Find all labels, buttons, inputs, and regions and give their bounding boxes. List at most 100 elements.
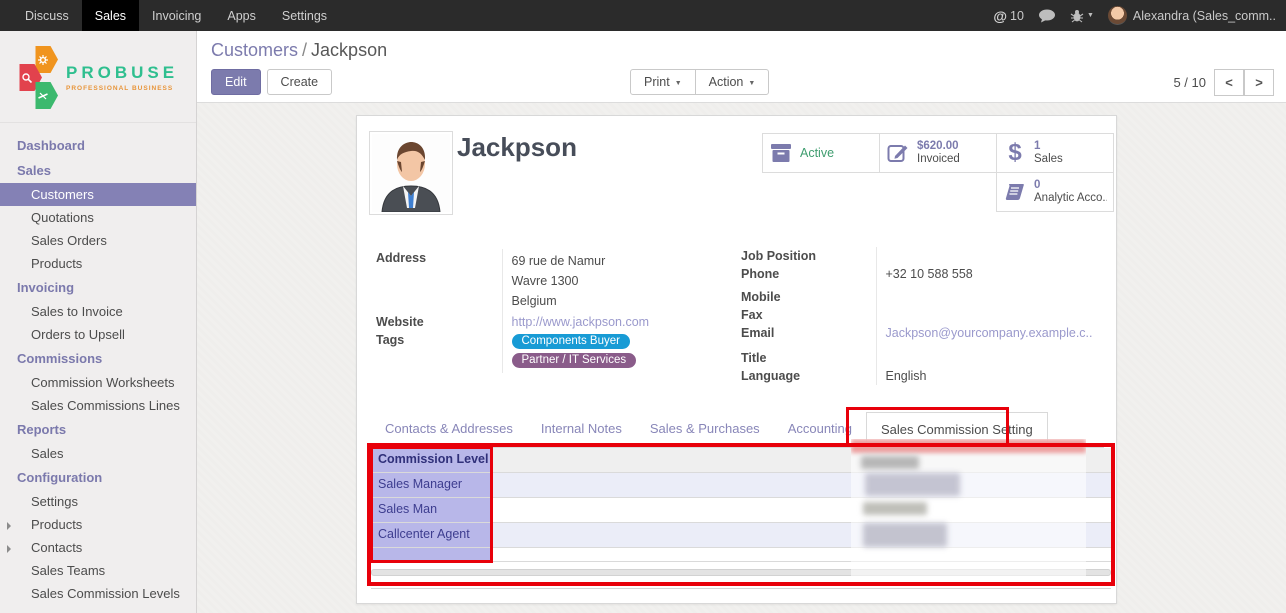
analytic-accounts-stat-button[interactable]: 0 Analytic Acco... <box>996 172 1114 212</box>
chevron-down-icon: ▼ <box>1087 12 1094 19</box>
expand-arrow-icon[interactable] <box>7 522 11 530</box>
table-bottom-divider <box>371 588 1111 589</box>
sidebar-item-sales-commission-levels[interactable]: Sales Commission Levels <box>0 582 196 605</box>
redacted-blob <box>865 473 960 496</box>
print-dropdown[interactable]: Print▼ <box>630 69 696 95</box>
title-label: Title <box>741 342 876 367</box>
mobile-value[interactable] <box>886 285 1093 299</box>
invoiced-stat-button[interactable]: $620.00 Invoiced <box>879 133 997 173</box>
mention-icon: @ <box>993 8 1007 24</box>
redacted-column <box>851 439 1086 580</box>
create-button[interactable]: Create <box>267 69 333 95</box>
mentions-counter[interactable]: @ 10 <box>993 8 1024 24</box>
address-street[interactable]: 69 rue de Namur <box>512 251 693 271</box>
sidebar-item-sales-report[interactable]: Sales <box>0 442 196 465</box>
customer-photo[interactable] <box>369 131 453 215</box>
tag-components-buyer[interactable]: Components Buyer <box>512 334 630 349</box>
field-group-right: Job Position Phone +32 10 588 558 Mobile… <box>741 247 1093 385</box>
sales-label: Sales <box>1034 153 1063 166</box>
menu-apps[interactable]: Apps <box>214 0 269 31</box>
sidebar-item-products[interactable]: Products <box>0 252 196 275</box>
tag-partner-it-services[interactable]: Partner / IT Services <box>512 353 637 368</box>
businessman-avatar-image <box>372 134 450 212</box>
language-label: Language <box>741 367 876 385</box>
sidebar-header-commissions[interactable]: Commissions <box>0 346 196 371</box>
redacted-blob <box>863 502 927 515</box>
messages-icon[interactable] <box>1038 9 1056 23</box>
sales-stat-button[interactable]: $ 1 Sales <box>996 133 1114 173</box>
sidebar-item-sales-commissions-lines[interactable]: Sales Commissions Lines <box>0 394 196 417</box>
sidebar-item-config-products[interactable]: Products <box>0 513 196 536</box>
action-dropdown[interactable]: Action▼ <box>695 69 770 95</box>
archive-box-icon <box>769 143 793 163</box>
dollar-icon: $ <box>1003 139 1027 167</box>
invoiced-amount: $620.00 <box>917 140 960 153</box>
form-view-background: Jackpson Active $620.0 <box>197 103 1286 613</box>
website-link[interactable]: http://www.jackpson.com <box>512 315 650 329</box>
sidebar-header-reports[interactable]: Reports <box>0 417 196 442</box>
address-city[interactable]: Wavre 1300 <box>512 271 693 291</box>
address-country[interactable]: Belgium <box>512 291 693 311</box>
pencil-edit-icon <box>886 143 910 163</box>
pager-counter: 5 / 10 <box>1173 75 1206 90</box>
sidebar-header-sales[interactable]: Sales <box>0 158 196 183</box>
logo-hexagons-icon <box>10 45 62 111</box>
app-logo[interactable]: PROBUSE PROFESSIONAL BUSINESS <box>0 31 196 123</box>
phone-value[interactable]: +32 10 588 558 <box>886 267 973 281</box>
tab-sales-purchases[interactable]: Sales & Purchases <box>636 412 774 447</box>
invoiced-label: Invoiced <box>917 153 960 166</box>
commission-level-cell[interactable]: Sales Man <box>371 498 493 522</box>
active-status-label: Active <box>800 147 834 160</box>
email-link[interactable]: Jackpson@yourcompany.example.c.. <box>886 326 1093 340</box>
sidebar-nav: Dashboard Sales Customers Quotations Sal… <box>0 123 196 605</box>
sidebar-item-customers[interactable]: Customers <box>0 183 196 206</box>
tab-contacts-addresses[interactable]: Contacts & Addresses <box>371 412 527 447</box>
fax-value[interactable] <box>886 308 1093 322</box>
pager-next-button[interactable]: > <box>1244 69 1274 96</box>
debug-menu[interactable]: ▼ <box>1070 9 1094 23</box>
sidebar: PROBUSE PROFESSIONAL BUSINESS Dashboard … <box>0 31 197 613</box>
sidebar-item-sales-to-invoice[interactable]: Sales to Invoice <box>0 300 196 323</box>
sidebar-header-configuration[interactable]: Configuration <box>0 465 196 490</box>
commission-level-header[interactable]: Commission Level <box>371 448 493 472</box>
sidebar-header-dashboard[interactable]: Dashboard <box>0 133 196 158</box>
bug-icon <box>1070 9 1084 23</box>
user-menu[interactable]: Alexandra (Sales_comm.. <box>1108 6 1276 25</box>
job-position-label: Job Position <box>741 247 876 265</box>
active-toggle-button[interactable]: Active <box>762 133 880 173</box>
pager-previous-button[interactable]: < <box>1214 69 1244 96</box>
mention-count: 10 <box>1010 9 1024 23</box>
menu-settings[interactable]: Settings <box>269 0 340 31</box>
phone-label: Phone <box>741 265 876 283</box>
sidebar-item-orders-to-upsell[interactable]: Orders to Upsell <box>0 323 196 346</box>
stat-buttons: Active $620.00 Invoiced $ <box>760 133 1114 212</box>
sidebar-header-invoicing[interactable]: Invoicing <box>0 275 196 300</box>
expand-arrow-icon[interactable] <box>7 545 11 553</box>
edit-button[interactable]: Edit <box>211 69 261 95</box>
sidebar-item-quotations[interactable]: Quotations <box>0 206 196 229</box>
sidebar-item-label: Contacts <box>31 540 82 555</box>
menu-invoicing[interactable]: Invoicing <box>139 0 214 31</box>
user-avatar <box>1108 6 1127 25</box>
action-buttons: Print▼ Action▼ <box>630 69 769 95</box>
commission-level-cell[interactable]: Callcenter Agent <box>371 523 493 547</box>
sidebar-item-settings[interactable]: Settings <box>0 490 196 513</box>
systray: @ 10 ▼ Alexandra (Sales_comm.. <box>993 0 1286 31</box>
job-position-value[interactable] <box>886 249 1093 263</box>
commission-level-cell[interactable]: Sales Manager <box>371 473 493 497</box>
sidebar-item-sales-teams[interactable]: Sales Teams <box>0 559 196 582</box>
title-value[interactable] <box>886 344 1093 358</box>
page-title: Jackpson <box>457 132 577 163</box>
sidebar-item-sales-orders[interactable]: Sales Orders <box>0 229 196 252</box>
tab-internal-notes[interactable]: Internal Notes <box>527 412 636 447</box>
language-value[interactable]: English <box>886 369 927 383</box>
breadcrumb-current: Jackpson <box>311 40 387 60</box>
menu-discuss[interactable]: Discuss <box>12 0 82 31</box>
redacted-blob <box>861 456 919 469</box>
menu-sales[interactable]: Sales <box>82 0 139 31</box>
breadcrumb-customers[interactable]: Customers <box>211 40 298 60</box>
sidebar-item-commission-worksheets[interactable]: Commission Worksheets <box>0 371 196 394</box>
logo-title: PROBUSE <box>66 63 178 83</box>
book-icon <box>1003 182 1027 202</box>
sidebar-item-config-contacts[interactable]: Contacts <box>0 536 196 559</box>
